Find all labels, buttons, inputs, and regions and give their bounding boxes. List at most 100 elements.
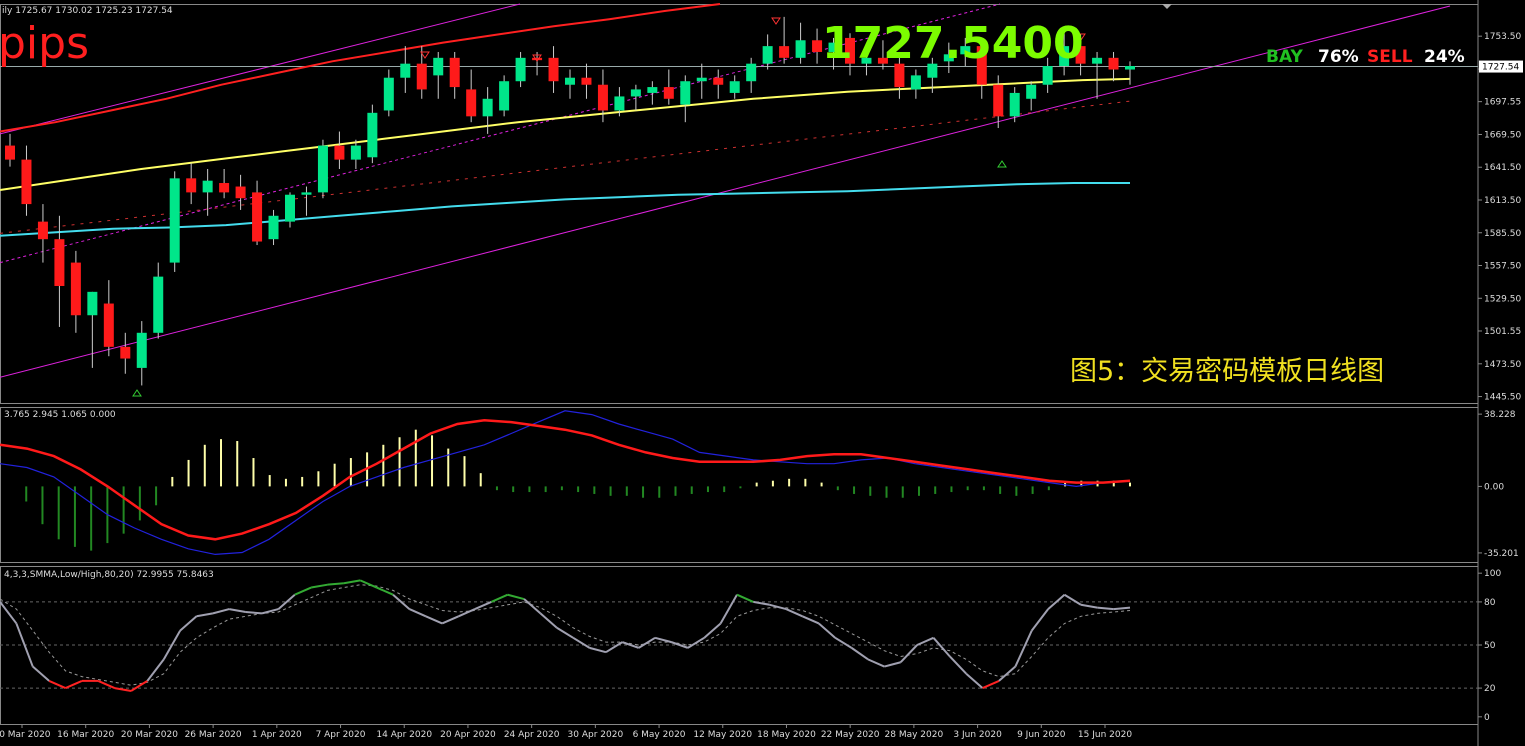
stoch-main-segment [965, 672, 984, 689]
stoch-main-segment [229, 608, 246, 613]
stoch-main-segment [376, 586, 394, 596]
ma-yellow-line [0, 77, 1131, 191]
stoch-main-segment [916, 636, 934, 646]
candle-body [1108, 57, 1119, 70]
price-tick-label: 1529.50 [1484, 294, 1521, 304]
stoch-main-segment [818, 622, 836, 639]
candle-body [416, 63, 427, 90]
stoch-tick-label: 100 [1484, 569, 1501, 579]
date-tick-label: 14 Apr 2020 [376, 730, 432, 740]
date-tick-label: 1 Apr 2020 [252, 730, 302, 740]
stoch-main-segment [1014, 630, 1033, 667]
macd-signal-line [0, 418, 1131, 541]
stoch-main-segment [474, 600, 492, 611]
macd-tick-label: 0.00 [1484, 482, 1504, 492]
candle-body [252, 192, 263, 242]
price-tick-label: 1697.55 [1484, 98, 1521, 108]
candle-body [37, 221, 48, 240]
candle-body [136, 332, 147, 368]
panel-frame [0, 407, 1479, 563]
date-tick-label: 24 Apr 2020 [504, 730, 560, 740]
stoch-main-segment [310, 583, 328, 589]
price-tick-label: 1669.50 [1484, 130, 1521, 140]
candle-body [334, 145, 345, 160]
stoch-main-segment [556, 626, 574, 639]
stoch-main-segment [982, 679, 1000, 690]
price-tick-label: 1473.50 [1484, 360, 1521, 370]
candle-body [746, 63, 757, 82]
candle-body [812, 40, 823, 52]
candle-body [87, 291, 98, 316]
bay-label: BAY [1266, 47, 1303, 67]
candle-body [515, 57, 526, 82]
date-tick-label: 20 Mar 2020 [121, 730, 178, 740]
candle-body [597, 84, 608, 111]
stoch-main-segment [179, 615, 198, 632]
macd-tick-label: 38.228 [1484, 410, 1516, 420]
candle-body [235, 186, 246, 199]
candle-body [680, 81, 691, 105]
chart-caption: 图5：交易密码模板日线图 [1070, 356, 1385, 387]
date-tick-label: 10 Mar 2020 [0, 730, 51, 740]
fractal-arrow-down [771, 17, 781, 25]
red-dashed-trend [0, 100, 1131, 234]
stoch-main-segment [146, 658, 165, 682]
stoch-main-segment [638, 636, 656, 649]
candle-body [729, 81, 740, 93]
price-tick-label: 1557.50 [1484, 262, 1521, 272]
candle-body [202, 180, 213, 193]
candle-body [466, 89, 477, 117]
fractal-arrow-up [132, 389, 142, 397]
stoch-main-segment [277, 593, 296, 610]
candle-body [268, 215, 279, 240]
date-tick-label: 18 May 2020 [757, 730, 816, 740]
stoch-main-segment [196, 612, 214, 618]
date-tick-label: 20 Apr 2020 [440, 730, 496, 740]
stoch-main-segment [359, 579, 378, 589]
candle-body [317, 145, 328, 193]
stoch-main-segment [834, 636, 853, 649]
candle-body [169, 178, 180, 263]
stoch-main-segment [932, 637, 951, 658]
candle-body [1125, 66, 1135, 70]
date-tick-label: 3 Jun 2020 [953, 730, 1002, 740]
sell-label: SELL [1367, 47, 1413, 67]
date-tick-label: 15 Jun 2020 [1078, 730, 1132, 740]
price-tick-label: 1501.55 [1484, 327, 1521, 337]
panel-frame [0, 4, 1479, 404]
stoch-main-segment [736, 593, 754, 603]
price-tick-label: 1445.50 [1484, 393, 1521, 403]
sell-percent: 24% [1424, 47, 1465, 67]
candle-body [696, 77, 707, 82]
stoch-tick-label: 20 [1484, 684, 1496, 694]
candle-body [581, 77, 592, 85]
stoch-main-segment [753, 600, 770, 606]
candle-body [301, 192, 312, 195]
macd-main-line [0, 410, 1131, 556]
stoch-main-segment [523, 598, 542, 615]
stoch-main-segment [212, 608, 230, 615]
candle-body [779, 46, 790, 58]
candle-body [433, 57, 444, 76]
stoch-main-segment [65, 679, 83, 690]
stoch-main-segment [458, 608, 476, 618]
stoch-main-segment [392, 593, 411, 610]
symbol-info: ily 1725.67 1730.02 1725.23 1727.54 [2, 6, 173, 16]
candle-body [499, 81, 510, 111]
candle-body [630, 89, 641, 97]
date-tick-label: 7 Apr 2020 [316, 730, 366, 740]
big-price-label: 1727.5400 [822, 18, 1084, 69]
stoch-main-segment [949, 655, 967, 675]
stoch-tick-label: 0 [1484, 713, 1490, 723]
stoch-main-segment [1113, 606, 1131, 611]
stoch-main-segment [343, 579, 361, 585]
stoch-main-segment [605, 641, 623, 654]
stoch-main-segment [884, 661, 901, 668]
candle-body [910, 75, 921, 90]
date-tick-label: 28 May 2020 [885, 730, 944, 740]
scroll-marker [1162, 4, 1172, 9]
stoch-main-segment [130, 680, 148, 692]
candle-body [103, 303, 114, 347]
price-tick-label: 1585.50 [1484, 229, 1521, 239]
stoch-main-segment [32, 665, 50, 682]
